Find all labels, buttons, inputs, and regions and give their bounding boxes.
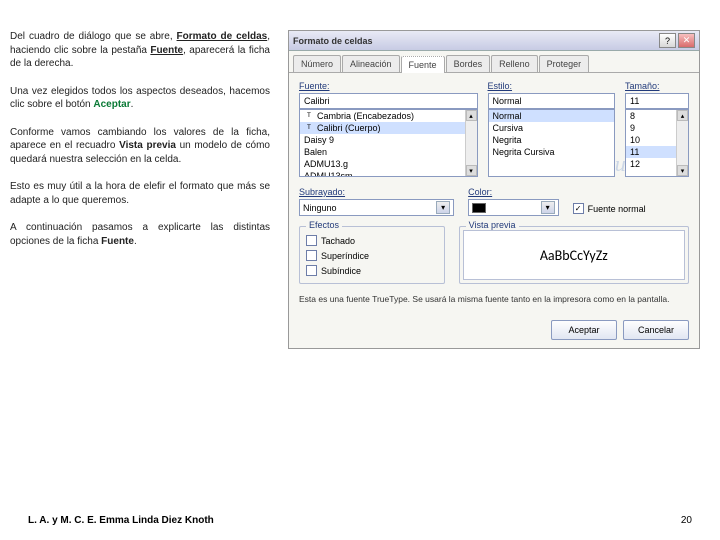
color-swatch xyxy=(472,203,486,213)
tab-numero[interactable]: Número xyxy=(293,55,341,72)
page-number: 20 xyxy=(681,515,692,526)
checkbox-icon xyxy=(306,250,317,261)
style-list[interactable]: Normal Cursiva Negrita Negrita Cursiva xyxy=(488,109,616,177)
cancel-button[interactable]: Cancelar xyxy=(623,320,689,340)
font-label: Fuente: xyxy=(299,81,478,91)
footer-credit: L. A. y M. C. E. Emma Linda Diez Knoth xyxy=(28,515,214,526)
tabs: Número Alineación Fuente Bordes Relleno … xyxy=(289,51,699,73)
strikethrough-checkbox[interactable]: Tachado xyxy=(306,233,438,248)
format-cells-dialog: Formato de celdas ? ✕ Número Alineación … xyxy=(288,30,700,349)
titlebar[interactable]: Formato de celdas ? ✕ xyxy=(289,31,699,51)
ok-button[interactable]: Aceptar xyxy=(551,320,617,340)
preview-box: AaBbCcYyZz xyxy=(463,230,685,280)
help-button[interactable]: ? xyxy=(659,33,676,48)
chevron-down-icon[interactable]: ▾ xyxy=(677,165,688,176)
size-label: Tamaño: xyxy=(625,81,689,91)
font-list[interactable]: ᵀCambria (Encabezados) ᵀCalibri (Cuerpo)… xyxy=(299,109,478,177)
color-dropdown[interactable]: ▾ xyxy=(468,199,559,216)
tab-proteger[interactable]: Proteger xyxy=(539,55,590,72)
effects-group: Efectos Tachado Superíndice Subíndice xyxy=(299,226,445,284)
article-text: Del cuadro de diálogo que se abre, Forma… xyxy=(10,30,270,349)
chevron-down-icon: ▾ xyxy=(436,201,450,214)
font-heading-icon: ᵀ xyxy=(304,111,314,121)
chevron-down-icon: ▾ xyxy=(541,201,555,214)
truetype-note: Esta es una fuente TrueType. Se usará la… xyxy=(299,294,689,304)
size-list[interactable]: 8 9 10 11 12 ▴▾ xyxy=(625,109,689,177)
subscript-checkbox[interactable]: Subíndice xyxy=(306,263,438,278)
tab-fuente[interactable]: Fuente xyxy=(401,56,445,73)
size-input[interactable]: 11 xyxy=(625,93,689,109)
tab-relleno[interactable]: Relleno xyxy=(491,55,538,72)
scrollbar[interactable]: ▴▾ xyxy=(676,110,688,176)
tab-bordes[interactable]: Bordes xyxy=(446,55,491,72)
footer: L. A. y M. C. E. Emma Linda Diez Knoth 2… xyxy=(28,515,692,526)
color-label: Color: xyxy=(468,187,559,197)
underline-label: Subrayado: xyxy=(299,187,454,197)
preview-group: Vista previa AaBbCcYyZz xyxy=(459,226,689,284)
close-button[interactable]: ✕ xyxy=(678,33,695,48)
chevron-down-icon[interactable]: ▾ xyxy=(466,165,477,176)
underline-dropdown[interactable]: Ninguno▾ xyxy=(299,199,454,216)
tab-alineacion[interactable]: Alineación xyxy=(342,55,400,72)
checkbox-icon xyxy=(306,235,317,246)
style-input[interactable]: Normal xyxy=(488,93,616,109)
style-label: Estilo: xyxy=(488,81,616,91)
checkbox-icon xyxy=(306,265,317,276)
font-input[interactable]: Calibri xyxy=(299,93,478,109)
dialog-title: Formato de celdas xyxy=(293,36,657,46)
chevron-up-icon[interactable]: ▴ xyxy=(466,110,477,121)
chevron-up-icon[interactable]: ▴ xyxy=(677,110,688,121)
normal-font-checkbox[interactable]: ✓ Fuente normal xyxy=(573,201,689,216)
font-body-icon: ᵀ xyxy=(304,123,314,133)
scrollbar[interactable]: ▴▾ xyxy=(465,110,477,176)
superscript-checkbox[interactable]: Superíndice xyxy=(306,248,438,263)
checkbox-icon: ✓ xyxy=(573,203,584,214)
